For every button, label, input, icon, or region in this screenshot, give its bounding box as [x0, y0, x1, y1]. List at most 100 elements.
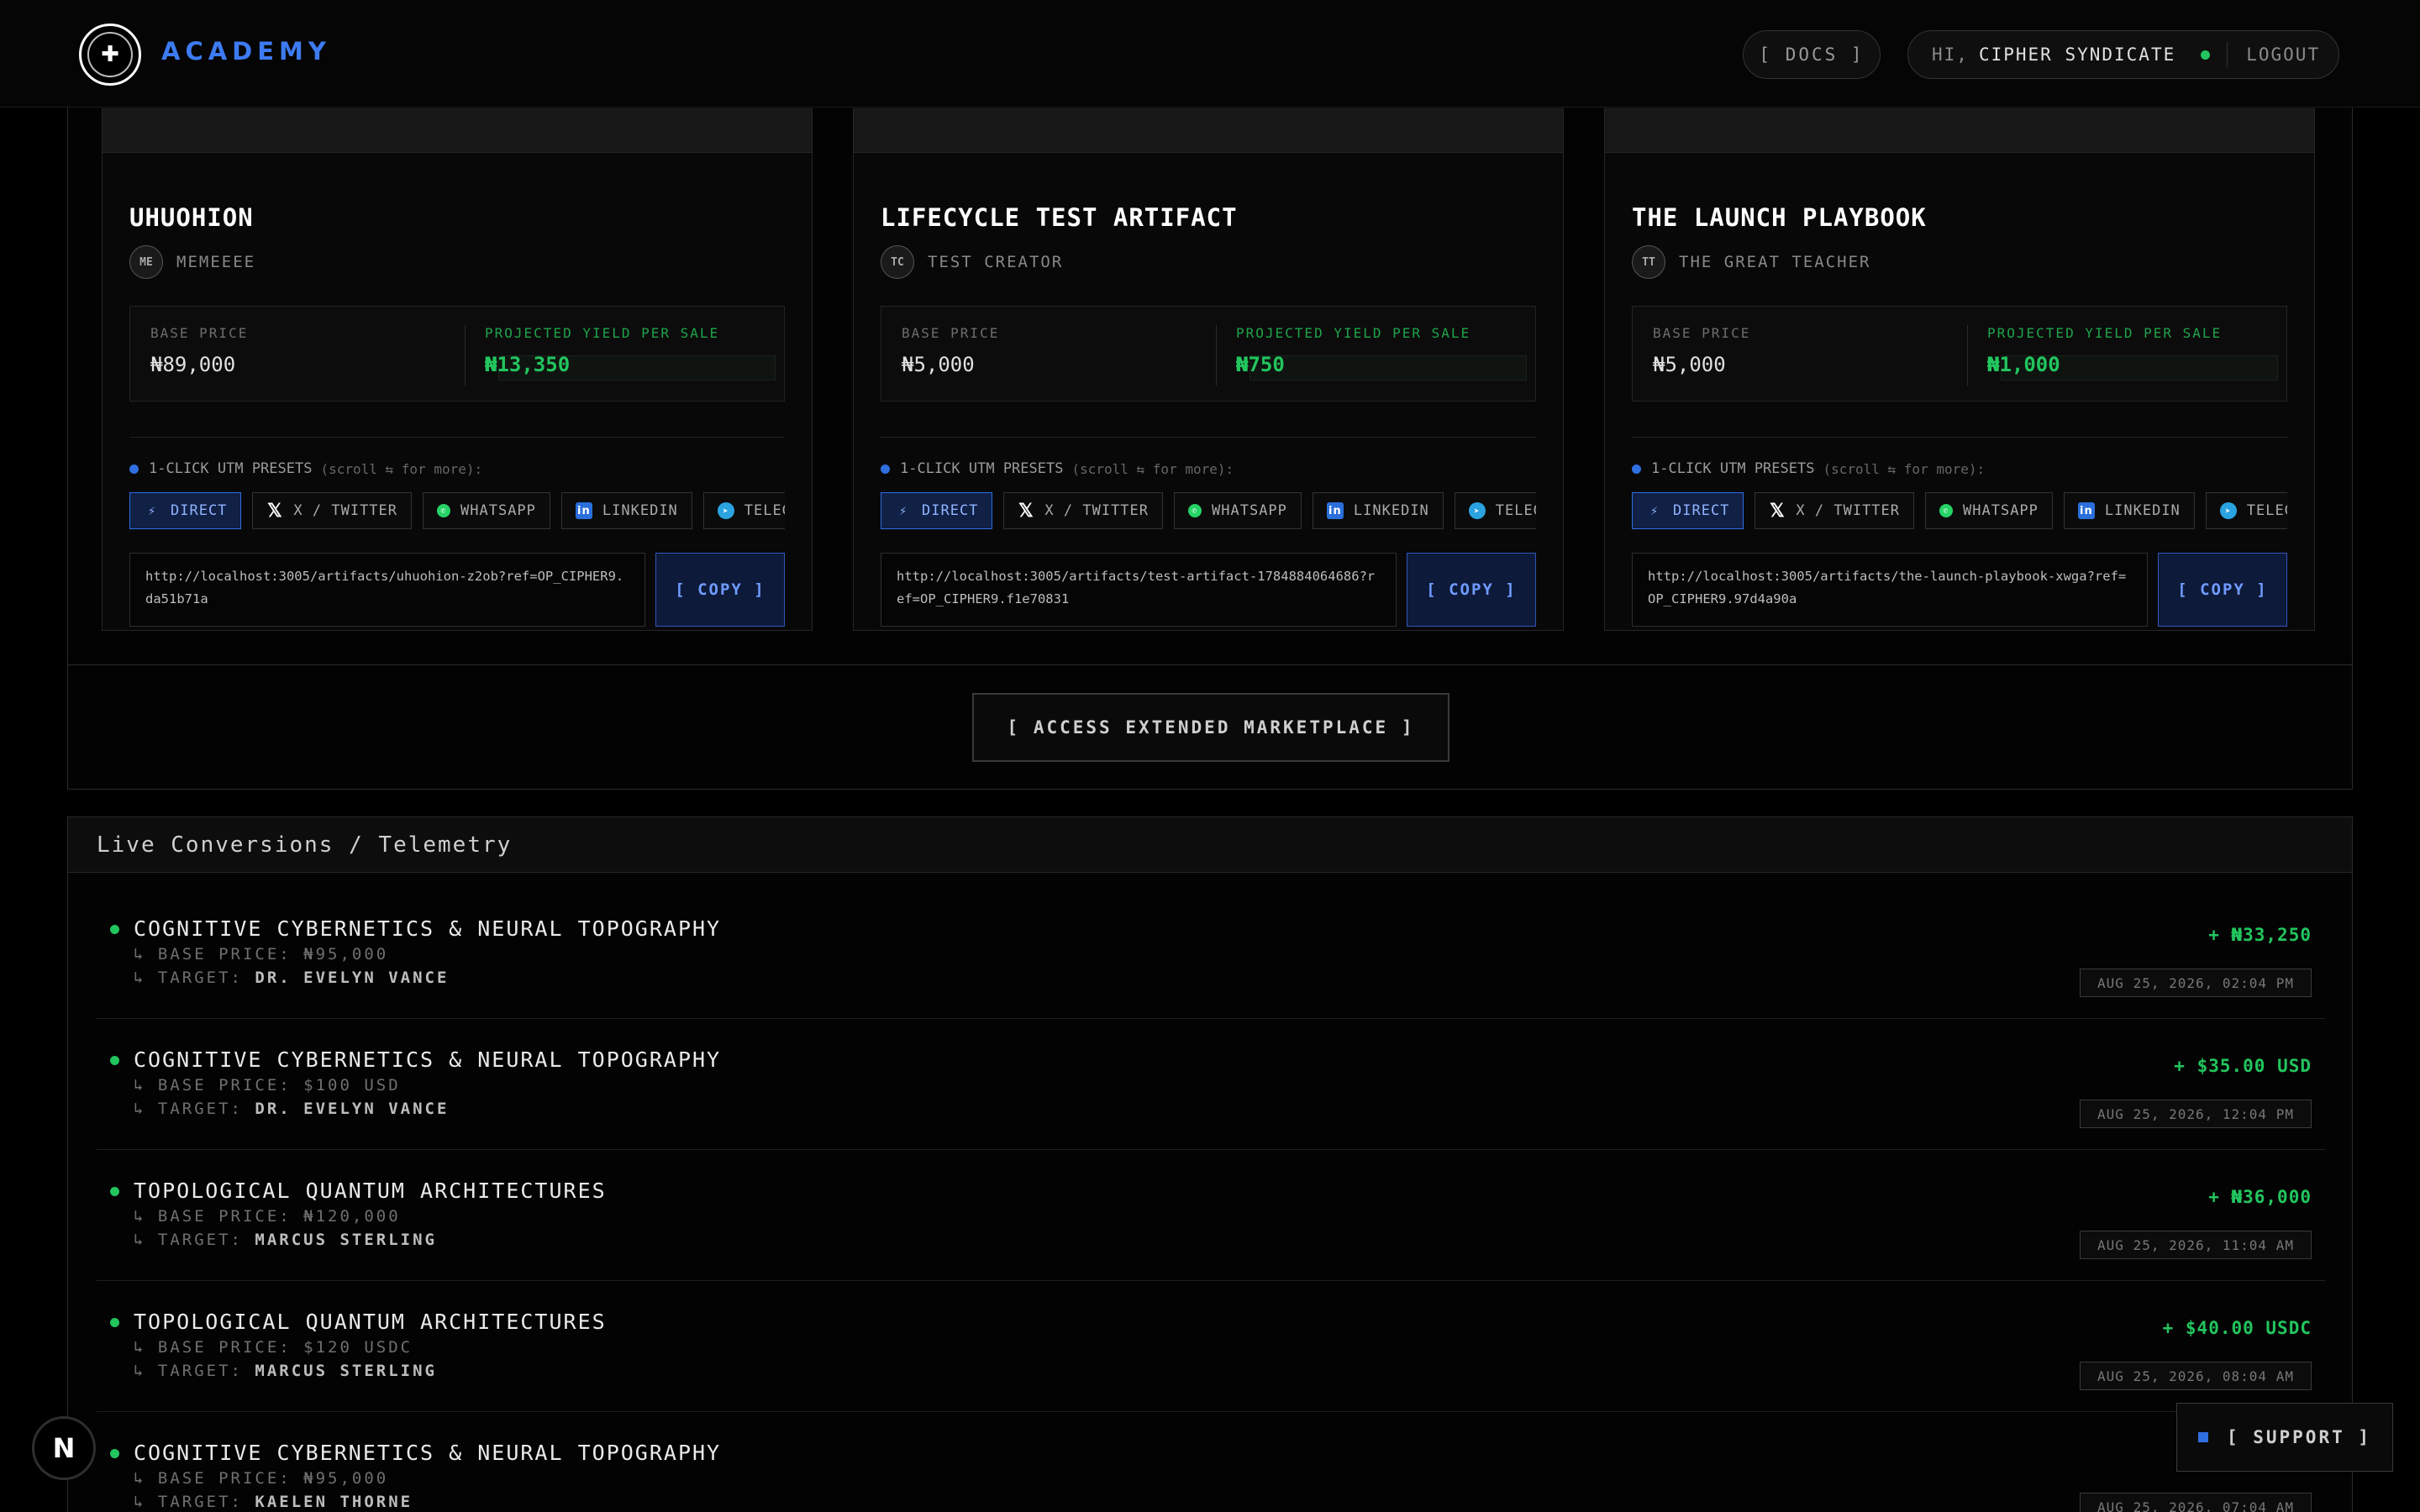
preset-linkedin[interactable]: in LINKEDIN [1312, 492, 1444, 529]
linkedin-icon: in [2077, 502, 2095, 519]
avatar: ME [129, 245, 163, 279]
utm-preset-list[interactable]: ⚡ DIRECT 𝕏 X / TWITTER ✆ WHATSAPP in LINKEDI… [881, 492, 1536, 529]
preset-whatsapp[interactable]: ✆ WHATSAPP [1174, 492, 1302, 529]
preset-label: WHATSAPP [1212, 502, 1287, 519]
conversion-timestamp: AUG 25, 2026, 12:04 PM [2080, 1100, 2312, 1128]
card-title: THE LAUNCH PLAYBOOK [1632, 203, 1927, 232]
copy-button[interactable]: [ COPY ] [655, 553, 785, 627]
base-price: BASE PRICE ₦5,000 [1653, 325, 1750, 376]
preset-telegram[interactable]: ➤ TELEGRAM [702, 492, 785, 529]
utm-preset-list[interactable]: ⚡ DIRECT 𝕏 X / TWITTER ✆ WHATSAPP in LINKEDI… [129, 492, 785, 529]
base-price: BASE PRICE ₦89,000 [150, 325, 248, 376]
preset-label: X / TWITTER [1044, 502, 1150, 519]
conversion-row: COGNITIVE CYBERNETICS & NEURAL TOPOGRAPH… [97, 1412, 2325, 1512]
preset-label: X / TWITTER [293, 502, 398, 519]
price-box: BASE PRICE ₦5,000 PROJECTED YIELD PER SA… [881, 306, 1536, 402]
base-price-label: BASE PRICE [902, 325, 1000, 341]
divider [2227, 42, 2228, 67]
referral-link-field[interactable]: http://localhost:3005/artifacts/test-art… [881, 553, 1397, 627]
preset-label: LINKEDIN [2104, 502, 2181, 519]
preset-telegram[interactable]: ➤ TELEGRAM [1454, 492, 1536, 529]
greeting-text: HI, [1932, 45, 1969, 65]
conversion-title: COGNITIVE CYBERNETICS & NEURAL TOPOGRAPH… [134, 1047, 722, 1072]
creator-info: TT THE GREAT TEACHER [1632, 245, 1870, 279]
preset-twitter[interactable]: 𝕏 X / TWITTER [1003, 492, 1164, 529]
support-square-icon [2197, 1432, 2208, 1442]
base-prefix: ↳ BASE PRICE: [134, 1207, 292, 1226]
status-dot-icon [110, 1318, 119, 1327]
divider [465, 325, 466, 386]
utm-hint: (scroll ⇆ for more): [1071, 460, 1234, 477]
preset-linkedin[interactable]: in LINKEDIN [560, 492, 692, 529]
preset-linkedin[interactable]: in LINKEDIN [2063, 492, 2195, 529]
creator-info: TC TEST CREATOR [881, 245, 1063, 279]
utm-hint: (scroll ⇆ for more): [1823, 460, 1986, 477]
preset-label: LINKEDIN [602, 502, 678, 519]
yield-value: ₦1,000 [1987, 353, 2060, 376]
target-name: MARCUS STERLING [255, 1362, 437, 1380]
base-price-value: $100 USD [303, 1076, 401, 1095]
user-menu: HI, CIPHER SYNDICATE LOGOUT [1907, 30, 2339, 79]
target-line: ↳ TARGET: DR. EVELYN VANCE [134, 1100, 449, 1118]
brand-logo-icon[interactable]: ✚ [79, 24, 141, 86]
referral-link-field[interactable]: http://localhost:3005/artifacts/uhuohion… [129, 553, 645, 627]
base-price-line: ↳ BASE PRICE: $120 USDC [134, 1338, 413, 1357]
preset-twitter[interactable]: 𝕏 X / TWITTER [252, 492, 413, 529]
base-price: BASE PRICE ₦5,000 [902, 325, 999, 376]
support-button[interactable]: [ SUPPORT ] [2176, 1403, 2393, 1472]
target-prefix: ↳ TARGET: [134, 1100, 243, 1118]
nextjs-dev-badge-icon[interactable]: N [32, 1416, 96, 1480]
docs-button[interactable]: [ DOCS ] [1743, 30, 1881, 79]
preset-label: TELEGRAM [744, 502, 785, 519]
utm-presets-label: 1-CLICK UTM PRESETS (scroll ⇆ for more): [881, 460, 1234, 477]
bolt-icon: ⚡ [147, 503, 157, 518]
access-marketplace-button[interactable]: [ ACCESS EXTENDED MARKETPLACE ] [972, 693, 1449, 762]
conversion-amount: + ₦33,250 [2208, 925, 2312, 945]
preset-direct[interactable]: ⚡ DIRECT [129, 492, 242, 529]
products-panel: UHUOHION ME MEMEEEE BASE PRICE ₦89,000 P… [67, 84, 2353, 790]
conversion-title: COGNITIVE CYBERNETICS & NEURAL TOPOGRAPH… [134, 916, 722, 941]
utm-preset-list[interactable]: ⚡ DIRECT 𝕏 X / TWITTER ✆ WHATSAPP in LINKEDI… [1632, 492, 2287, 529]
status-dot-icon [110, 1056, 119, 1065]
yield-label: PROJECTED YIELD PER SALE [1987, 325, 2223, 341]
telegram-icon: ➤ [717, 502, 734, 519]
divider [1632, 437, 2287, 438]
target-prefix: ↳ TARGET: [134, 1231, 243, 1249]
base-price-line: ↳ BASE PRICE: $100 USD [134, 1076, 401, 1095]
linkedin-icon: in [1326, 502, 1344, 519]
target-name: KAELEN THORNE [255, 1493, 413, 1511]
logout-button[interactable]: LOGOUT [2246, 45, 2320, 65]
preset-twitter[interactable]: 𝕏 X / TWITTER [1754, 492, 1915, 529]
copy-button[interactable]: [ COPY ] [1407, 553, 1536, 627]
preset-direct[interactable]: ⚡ DIRECT [1632, 492, 1744, 529]
divider [1216, 325, 1217, 386]
target-prefix: ↳ TARGET: [134, 969, 243, 987]
logo-emblem: ✚ [87, 32, 133, 77]
copy-button[interactable]: [ COPY ] [2158, 553, 2287, 627]
divider [881, 437, 1536, 438]
utm-label-text: 1-CLICK UTM PRESETS [900, 460, 1064, 477]
preset-label: TELEGRAM [2246, 502, 2287, 519]
base-price-value: $120 USDC [303, 1338, 413, 1357]
conversion-amount: + ₦36,000 [2208, 1187, 2312, 1207]
support-label: [ SUPPORT ] [2226, 1427, 2372, 1447]
conversion-timestamp: AUG 25, 2026, 07:04 AM [2080, 1493, 2312, 1512]
telemetry-title: Live Conversions / Telemetry [97, 832, 513, 858]
preset-whatsapp[interactable]: ✆ WHATSAPP [1925, 492, 2053, 529]
base-price-label: BASE PRICE [150, 325, 249, 341]
top-navbar: ✚ ACADEMY [ DOCS ] HI, CIPHER SYNDICATE … [0, 0, 2420, 108]
telegram-icon: ➤ [1468, 502, 1486, 519]
preset-telegram[interactable]: ➤ TELEGRAM [2205, 492, 2287, 529]
conversion-title: TOPOLOGICAL QUANTUM ARCHITECTURES [134, 1310, 607, 1334]
referral-link-field[interactable]: http://localhost:3005/artifacts/the-laun… [1632, 553, 2148, 627]
brand-name[interactable]: ACADEMY [161, 37, 331, 66]
base-price-value: ₦120,000 [303, 1207, 401, 1226]
yield-value: ₦750 [1236, 353, 1285, 376]
base-price-value: ₦95,000 [303, 1469, 389, 1488]
preset-whatsapp[interactable]: ✆ WHATSAPP [423, 492, 550, 529]
card-title: LIFECYCLE TEST ARTIFACT [881, 203, 1238, 232]
utm-label-text: 1-CLICK UTM PRESETS [1651, 460, 1815, 477]
status-dot-icon [110, 925, 119, 934]
whatsapp-icon: ✆ [1939, 504, 1954, 517]
preset-direct[interactable]: ⚡ DIRECT [881, 492, 993, 529]
